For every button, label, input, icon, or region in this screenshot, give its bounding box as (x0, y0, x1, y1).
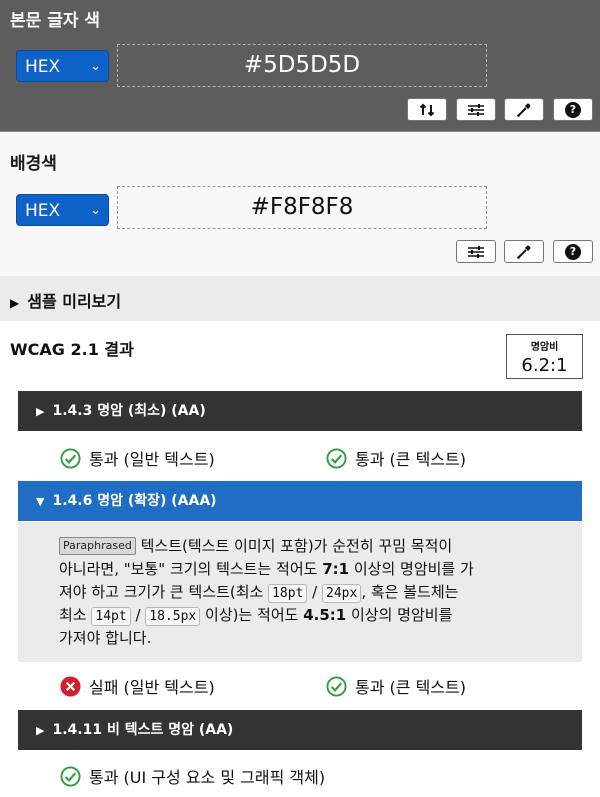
triangle-right-icon: ▶ (36, 405, 45, 418)
criterion-1-4-6-header[interactable]: ▼ 1.4.6 명암 (확장) (AAA) (18, 481, 582, 521)
x-circle-icon (60, 675, 81, 697)
description-text: 져야 하고 크기가 큰 텍스트(최소 (59, 583, 269, 601)
background-format-select[interactable]: HEX ⌄ (16, 194, 109, 226)
size-code: 18pt (268, 584, 308, 603)
foreground-help-button[interactable]: ? (553, 98, 593, 121)
foreground-format-select[interactable]: HEX ⌄ (16, 50, 109, 82)
background-help-button[interactable]: ? (553, 240, 593, 263)
check-circle-icon (60, 447, 81, 469)
result-label: 통과 (UI 구성 요소 및 그래픽 객체) (89, 768, 326, 787)
large-text-ratio: 4.5:1 (303, 606, 347, 624)
result-label: 통과 (큰 텍스트) (355, 450, 466, 469)
foreground-color-input[interactable]: #5D5D5D (117, 44, 487, 87)
check-circle-icon (60, 765, 81, 787)
contrast-ratio-box: 명암비 6.2:1 (506, 334, 583, 379)
swap-icon (419, 103, 435, 116)
description-text: / (307, 583, 322, 601)
criterion-title: 1.4.3 명암 (최소) (AA) (52, 403, 206, 419)
result-item: 통과 (큰 텍스트) (326, 674, 466, 698)
criterion-title: 1.4.11 비 텍스트 명암 (AA) (52, 722, 234, 738)
help-icon: ? (565, 101, 581, 118)
contrast-ratio-value: 6.2:1 (521, 355, 568, 376)
background-eyedropper-button[interactable] (504, 240, 544, 263)
sliders-icon (468, 103, 484, 116)
description-text: 이상)는 적어도 (200, 606, 304, 624)
result-item: 통과 (큰 텍스트) (326, 446, 466, 470)
contrast-ratio-label: 명암비 (530, 342, 559, 353)
paraphrased-badge: Paraphrased (59, 537, 136, 555)
criterion-1-4-3-header[interactable]: ▶ 1.4.3 명암 (최소) (AA) (18, 391, 582, 431)
triangle-down-icon: ▼ (36, 495, 45, 508)
result-label: 통과 (일반 텍스트) (89, 450, 215, 469)
foreground-eyedropper-button[interactable] (504, 98, 544, 121)
normal-text-ratio: 7:1 (322, 560, 350, 578)
background-format-value: HEX (25, 201, 61, 221)
sample-preview-toggle[interactable]: ▶ 샘플 미리보기 (0, 276, 600, 321)
criterion-1-4-6-description: Paraphrased 텍스트(텍스트 이미지 포함)가 순전히 꾸밈 목적이 … (18, 522, 582, 662)
description-text: 텍스트(텍스트 이미지 포함)가 순전히 꾸밈 목적이 (140, 537, 453, 555)
description-text: 가져야 합니다. (59, 629, 152, 647)
description-text: 아니라면, "보통" 크기의 텍스트는 적어도 (59, 560, 323, 578)
background-color-section: 배경색 HEX ⌄ #F8F8F8 ? (0, 131, 600, 276)
triangle-right-icon: ▶ (36, 724, 45, 737)
result-label: 통과 (큰 텍스트) (355, 678, 466, 697)
result-item: 통과 (일반 텍스트) (60, 446, 215, 470)
criterion-1-4-11-header[interactable]: ▶ 1.4.11 비 텍스트 명암 (AA) (18, 710, 582, 750)
description-text: , 혹은 볼드체는 (361, 583, 459, 601)
check-circle-icon (326, 447, 347, 469)
help-icon: ? (565, 243, 581, 260)
swap-colors-button[interactable] (407, 98, 447, 121)
size-code: 24px (322, 584, 362, 603)
criterion-title: 1.4.6 명암 (확장) (AAA) (52, 493, 217, 509)
chevron-down-icon: ⌄ (90, 59, 101, 74)
foreground-title: 본문 글자 색 (10, 11, 101, 31)
result-item: 통과 (UI 구성 요소 및 그래픽 객체) (60, 764, 325, 788)
description-text: 이상의 명암비를 (346, 606, 453, 624)
description-text: 최소 (59, 606, 92, 624)
chevron-down-icon: ⌄ (90, 203, 101, 218)
description-text: 이상의 명암비를 가 (349, 560, 474, 578)
description-text: / (130, 606, 146, 624)
background-color-input[interactable]: #F8F8F8 (117, 186, 487, 229)
sliders-icon (468, 245, 484, 258)
background-adjust-button[interactable] (456, 240, 496, 263)
size-code: 14pt (91, 607, 131, 626)
size-code: 18.5px (145, 607, 201, 626)
triangle-right-icon: ▶ (10, 296, 20, 310)
foreground-color-section: 본문 글자 색 HEX ⌄ #5D5D5D ? (0, 0, 600, 131)
preview-label: 샘플 미리보기 (27, 292, 122, 311)
foreground-format-value: HEX (25, 57, 61, 77)
eyedropper-icon (517, 103, 531, 117)
wcag-results-title: WCAG 2.1 결과 (10, 340, 134, 359)
foreground-adjust-button[interactable] (456, 98, 496, 121)
eyedropper-icon (517, 245, 531, 259)
result-label: 실패 (일반 텍스트) (89, 678, 215, 697)
result-item: 실패 (일반 텍스트) (60, 674, 215, 698)
background-title: 배경색 (10, 154, 57, 174)
check-circle-icon (326, 675, 347, 697)
